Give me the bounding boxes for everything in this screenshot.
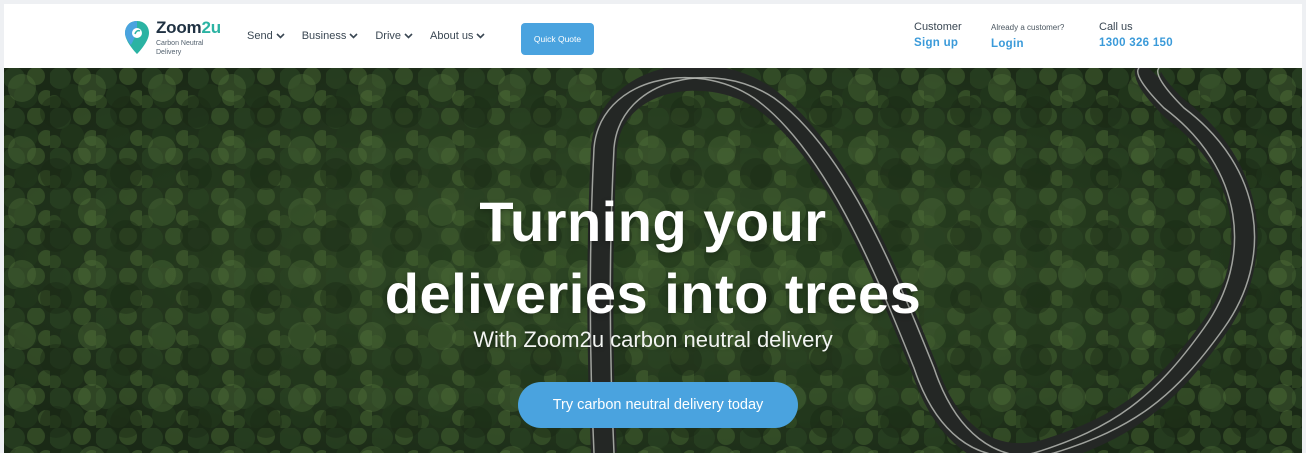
login-link[interactable]: Login <box>991 38 1064 50</box>
nav-send-label: Send <box>247 30 273 42</box>
chevron-down-icon <box>476 33 486 39</box>
nav-business[interactable]: Business <box>302 30 359 42</box>
main-nav: Send Business Drive About us <box>247 4 502 68</box>
phone-link[interactable]: 1300 326 150 <box>1099 37 1173 49</box>
browser-viewport: Zoom2u Carbon Neutral Delivery Send Busi… <box>4 4 1302 453</box>
quick-quote-button[interactable]: Quick Quote <box>521 23 594 55</box>
nav-about-us[interactable]: About us <box>430 30 486 42</box>
already-customer-label: Already a customer? <box>991 23 1065 32</box>
call-us-group: Call us 1300 326 150 <box>1099 21 1173 49</box>
nav-send[interactable]: Send <box>247 30 285 42</box>
chevron-down-icon <box>276 33 285 39</box>
signup-link[interactable]: Sign up <box>914 37 962 49</box>
logo-tagline: Carbon Neutral Delivery <box>156 40 204 56</box>
hero-title: Turning your deliveries into trees <box>4 186 1302 330</box>
customer-login-group: Already a customer? Login <box>991 21 1064 50</box>
nav-about-us-label: About us <box>430 30 474 42</box>
hero-title-line1: Turning your <box>479 190 827 253</box>
chevron-down-icon <box>404 33 413 39</box>
customer-label: Customer <box>914 21 962 33</box>
site-header: Zoom2u Carbon Neutral Delivery Send Busi… <box>4 4 1302 68</box>
try-carbon-neutral-button[interactable]: Try carbon neutral delivery today <box>518 382 798 428</box>
map-pin-icon <box>125 21 149 54</box>
hero-title-line2: deliveries into trees <box>384 262 922 325</box>
customer-signup-group: Customer Sign up <box>914 21 962 49</box>
chevron-down-icon <box>349 33 358 39</box>
nav-drive[interactable]: Drive <box>375 30 413 42</box>
nav-business-label: Business <box>301 30 347 42</box>
zoom2u-logo[interactable]: Zoom2u Carbon Neutral Delivery <box>124 18 234 58</box>
nav-drive-label: Drive <box>375 30 402 42</box>
logo-wordmark: Zoom2u <box>156 18 221 37</box>
hero-subtitle: With Zoom2u carbon neutral delivery <box>473 327 833 352</box>
call-us-label: Call us <box>1099 21 1133 33</box>
hero-section: Turning your deliveries into trees With … <box>4 68 1302 453</box>
